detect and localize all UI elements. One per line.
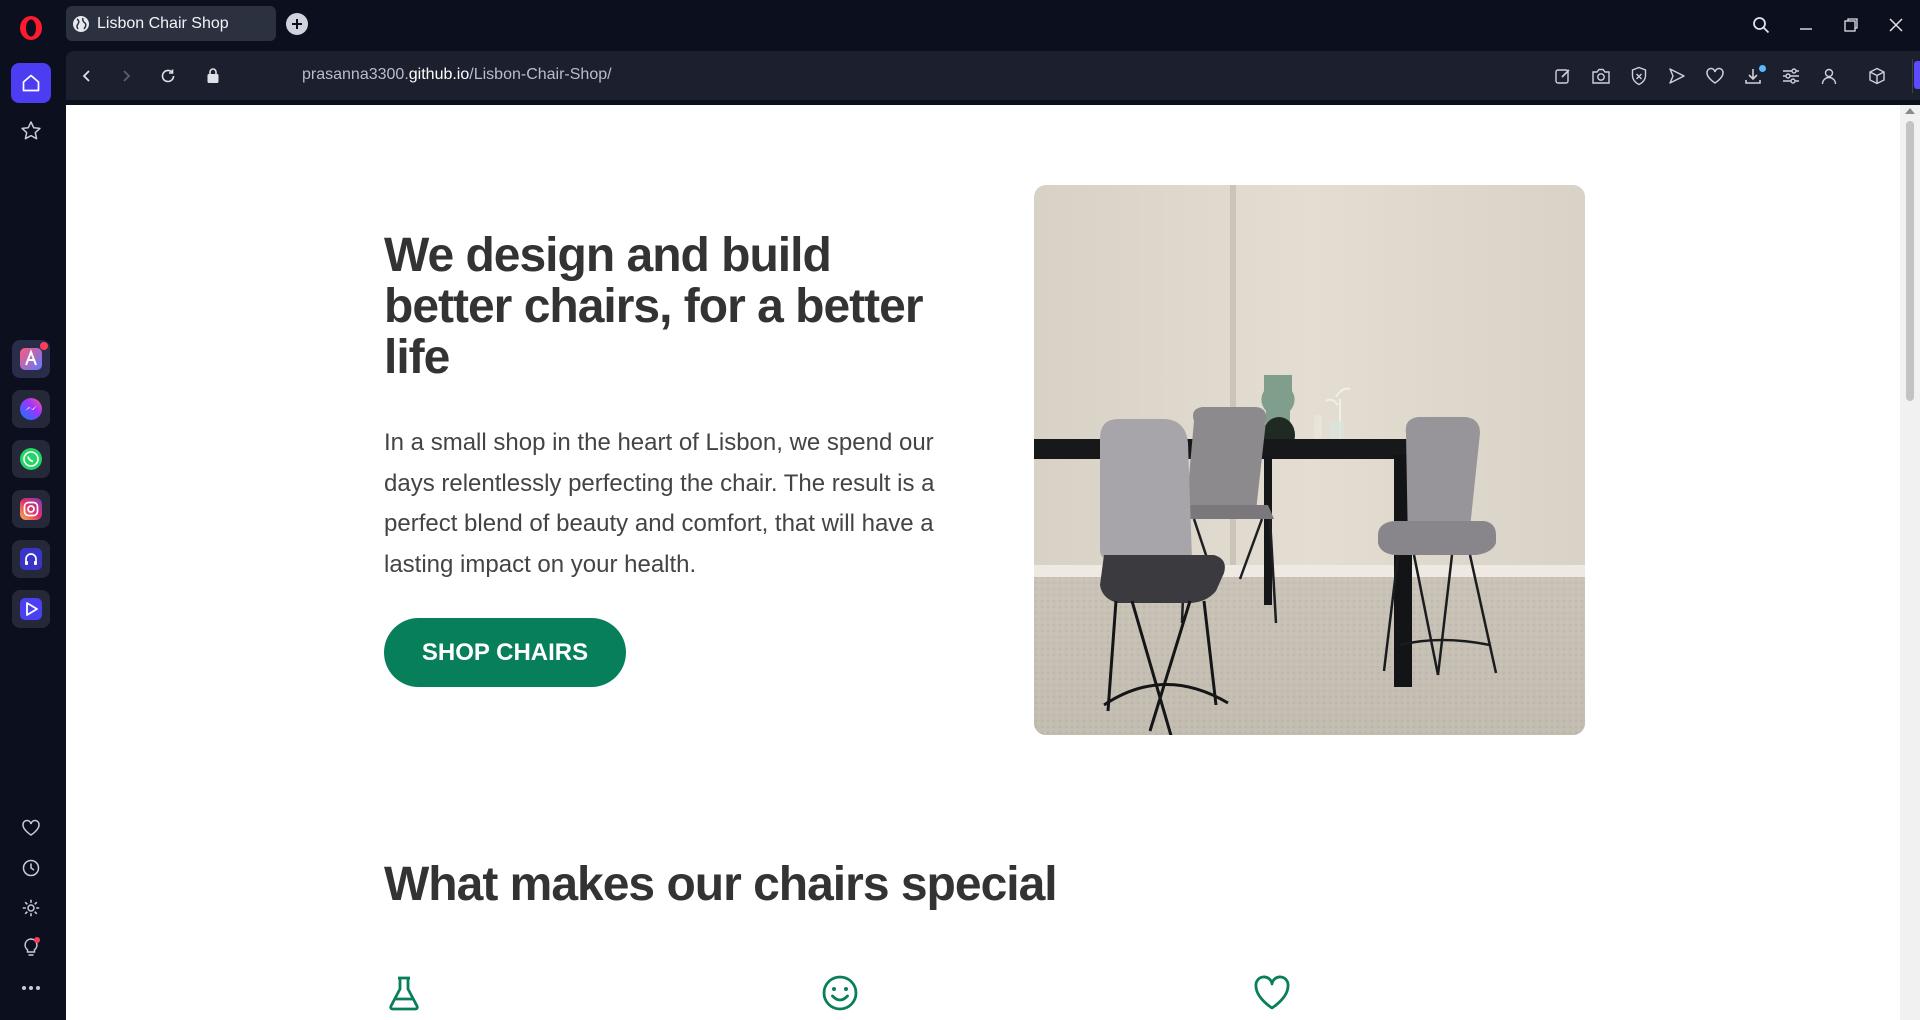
aria-icon — [20, 348, 42, 370]
search-tabs-button[interactable] — [1748, 12, 1774, 38]
browser-sidebar — [0, 51, 62, 1020]
page-viewport: We design and build better chairs, for a… — [66, 105, 1900, 1020]
restore-icon — [1844, 18, 1858, 32]
restore-button[interactable] — [1838, 12, 1864, 38]
forward-button[interactable] — [111, 61, 141, 91]
close-icon — [1889, 18, 1903, 32]
hero-chairs-image — [1034, 185, 1585, 735]
browser-tab[interactable]: Lisbon Chair Shop — [66, 6, 276, 41]
reload-button[interactable] — [153, 61, 183, 91]
whatsapp-icon — [20, 448, 42, 470]
send-button[interactable] — [1664, 63, 1690, 89]
sidebar-home-button[interactable] — [11, 63, 51, 103]
opera-logo-icon[interactable] — [18, 15, 44, 41]
hero-heading: We design and build better chairs, for a… — [384, 229, 924, 384]
extensions-button[interactable] — [1864, 63, 1890, 89]
history-icon — [22, 859, 40, 877]
lock-icon — [207, 68, 219, 83]
chevron-left-icon — [82, 70, 90, 82]
sidebar-aria-button[interactable] — [12, 340, 50, 378]
sidebar-more-button[interactable] — [11, 968, 51, 1008]
url-field[interactable]: prasanna3300.github.io/Lisbon-Chair-Shop… — [302, 66, 612, 84]
tab-title: Lisbon Chair Shop — [97, 14, 229, 32]
heart-icon — [22, 819, 40, 836]
sidebar-messenger-button[interactable] — [12, 390, 50, 428]
flask-icon — [389, 976, 419, 1011]
home-icon — [22, 74, 40, 92]
address-bar: prasanna3300.github.io/Lisbon-Chair-Shop… — [66, 51, 1920, 100]
minimize-icon — [1800, 28, 1812, 30]
lightbulb-icon — [24, 937, 40, 956]
notification-badge — [40, 342, 48, 350]
globe-icon — [73, 15, 89, 32]
hero-description: In a small shop in the heart of Lisbon, … — [384, 429, 935, 578]
title-bar: Lisbon Chair Shop — [0, 0, 1920, 51]
toolbar-divider — [1912, 59, 1913, 93]
heart-icon — [1254, 975, 1290, 1010]
sidebar-music-button[interactable] — [12, 540, 50, 578]
chevron-right-icon — [123, 70, 131, 82]
adblock-button[interactable] — [1626, 63, 1652, 89]
features-heading: What makes our chairs special — [384, 858, 1058, 911]
heart-icon — [1706, 67, 1724, 84]
url-domain: github.io — [408, 66, 470, 83]
shield-icon — [1631, 66, 1647, 86]
url-path: /Lisbon-Chair-Shop/ — [469, 66, 612, 83]
more-icon — [22, 986, 40, 990]
camera-icon — [1592, 68, 1610, 84]
cube-icon — [1869, 67, 1885, 85]
sidebar-player-button[interactable] — [12, 590, 50, 628]
edit-icon — [1555, 69, 1570, 84]
settings-icon — [22, 899, 40, 917]
page-scrollbar[interactable] — [1900, 105, 1920, 1020]
sidebar-toggle-accent[interactable] — [1914, 61, 1920, 89]
scroll-up-arrow[interactable] — [1905, 108, 1915, 114]
scrollbar-thumb[interactable] — [1906, 121, 1914, 401]
shop-chairs-button[interactable]: SHOP CHAIRS — [384, 618, 626, 687]
sliders-icon — [1783, 68, 1799, 84]
send-icon — [1669, 68, 1685, 84]
sidebar-bookmarks-button[interactable] — [11, 111, 51, 151]
sidebar-instagram-button[interactable] — [12, 490, 50, 528]
user-icon — [1821, 68, 1837, 85]
sidebar-settings-button[interactable] — [11, 888, 51, 928]
url-prefix: prasanna3300. — [302, 66, 409, 83]
search-icon — [1753, 17, 1770, 34]
reload-icon — [161, 69, 175, 83]
download-badge — [1759, 65, 1766, 72]
plus-icon — [292, 19, 302, 29]
smile-icon — [822, 975, 858, 1011]
close-button[interactable] — [1883, 12, 1909, 38]
messenger-icon — [20, 398, 42, 420]
snapshot-button[interactable] — [1588, 63, 1614, 89]
pinboard-button[interactable] — [1702, 63, 1728, 89]
back-button[interactable] — [72, 61, 102, 91]
profile-button[interactable] — [1816, 63, 1842, 89]
minimize-button[interactable] — [1793, 12, 1819, 38]
downloads-button[interactable] — [1740, 63, 1766, 89]
sidebar-tips-button[interactable] — [11, 928, 51, 968]
instagram-icon — [20, 498, 42, 520]
sidebar-history-button[interactable] — [11, 848, 51, 888]
sidebar-pinboards-button[interactable] — [11, 808, 51, 848]
player-icon — [20, 598, 42, 620]
easy-setup-button[interactable] — [1778, 63, 1804, 89]
new-tab-button[interactable] — [286, 13, 308, 35]
sidebar-whatsapp-button[interactable] — [12, 440, 50, 478]
star-icon — [21, 121, 41, 140]
music-icon — [20, 548, 42, 570]
snapshot-edit-button[interactable] — [1550, 63, 1576, 89]
